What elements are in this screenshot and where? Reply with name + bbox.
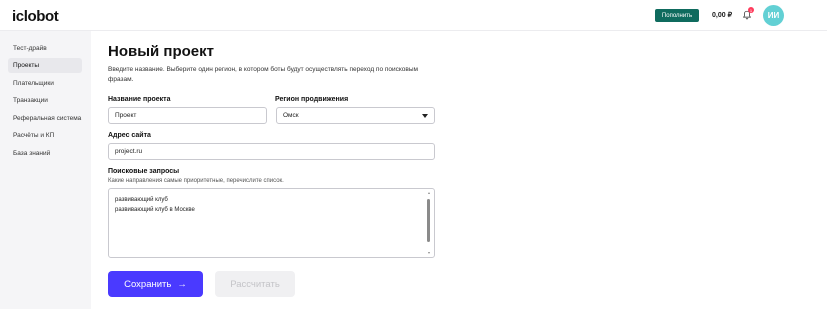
- sidebar-item-knowledge-base[interactable]: База знаний: [8, 146, 82, 161]
- query-line: развивающий клуб в Москве: [115, 207, 195, 213]
- save-button[interactable]: Сохранить →: [108, 271, 203, 297]
- avatar[interactable]: ИИ: [763, 5, 784, 26]
- scroll-down-icon[interactable]: [428, 252, 430, 254]
- sidebar-item-calculations[interactable]: Расчёты и КП: [8, 128, 82, 143]
- query-line: развивающий клуб: [115, 197, 168, 203]
- main-content: Новый проект Введите название. Выберите …: [91, 31, 827, 309]
- site-label: Адрес сайта: [108, 132, 151, 139]
- intro-text: Введите название. Выберите один регион, …: [108, 66, 419, 83]
- site-field[interactable]: project.ru: [108, 143, 435, 160]
- queries-label: Поисковые запросы: [108, 168, 180, 175]
- save-button-label: Сохранить: [124, 278, 172, 290]
- sidebar-item-referral[interactable]: Реферальная система: [8, 111, 82, 126]
- calculate-button: Рассчитать: [215, 271, 295, 297]
- sidebar-item-transactions[interactable]: Транзакции: [8, 93, 82, 108]
- sidebar: Тест-драйв Проекты Плательщики Транзакци…: [0, 31, 90, 309]
- chevron-down-icon: [422, 114, 428, 118]
- sidebar-item-projects[interactable]: Проекты: [8, 58, 82, 73]
- topup-button[interactable]: Пополнить: [655, 9, 699, 22]
- arrow-right-icon: →: [177, 278, 187, 290]
- project-name-label: Название проекта: [108, 96, 171, 103]
- scroll-up-icon[interactable]: [428, 192, 430, 194]
- page-title: Новый проект: [108, 43, 214, 60]
- region-label: Регион продвижения: [275, 96, 349, 103]
- scrollbar-thumb[interactable]: [427, 199, 430, 242]
- top-header: iclobot Пополнить 0,00 ₽ 1 ИИ: [0, 0, 827, 31]
- notification-badge: 1: [748, 7, 754, 13]
- project-name-field[interactable]: Проект: [108, 107, 267, 124]
- balance: 0,00 ₽: [712, 12, 733, 19]
- sidebar-item-payers[interactable]: Плательщики: [8, 76, 82, 91]
- queries-textarea[interactable]: развивающий клуб развивающий клуб в Моск…: [108, 188, 435, 258]
- queries-hint: Какие направления самые приоритетные, пе…: [108, 178, 284, 184]
- region-select[interactable]: Омск: [276, 107, 435, 124]
- sidebar-item-test-drive[interactable]: Тест-драйв: [8, 41, 82, 56]
- region-value: Омск: [283, 112, 299, 119]
- logo: iclobot: [12, 8, 59, 25]
